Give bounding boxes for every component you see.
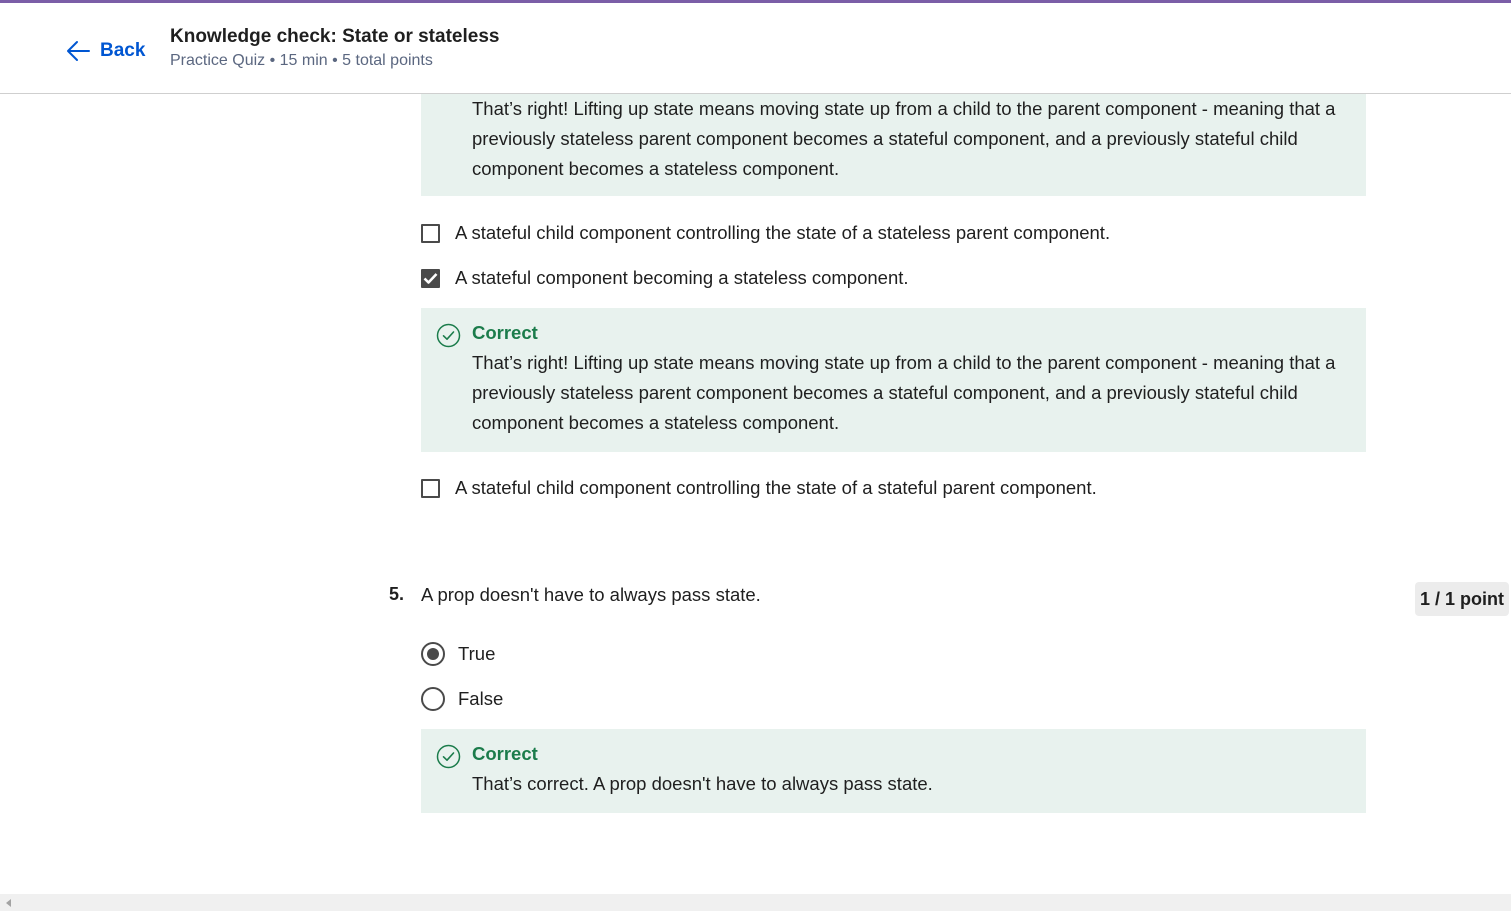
back-label: Back — [100, 40, 146, 61]
feedback-heading: Correct — [472, 322, 538, 343]
checkbox[interactable] — [421, 478, 440, 498]
question-text: A prop doesn't have to always pass state… — [421, 584, 761, 605]
feedback-text: That’s right! Lifting up state means mov… — [472, 352, 1336, 433]
check-circle-icon — [436, 744, 461, 769]
checkbox-checked[interactable] — [421, 268, 440, 288]
answer-option[interactable]: A stateful child component controlling t… — [421, 475, 1097, 501]
option-label: A stateful child component controlling t… — [455, 222, 1111, 243]
check-circle-icon — [436, 323, 461, 348]
page-title: Knowledge check: State or stateless — [170, 26, 500, 47]
scroll-left-arrow-icon[interactable] — [6, 899, 11, 907]
feedback-panel: Correct That’s correct. A prop doesn't h… — [421, 729, 1366, 813]
feedback-panel: Correct That’s right! Lifting up state m… — [421, 308, 1366, 452]
points-badge: 1 / 1 point — [1415, 582, 1509, 616]
answer-option[interactable]: A stateful child component controlling t… — [421, 220, 1110, 246]
quiz-header: Back Knowledge check: State or stateless… — [0, 3, 1511, 94]
question-number: 5. — [389, 584, 405, 604]
radio-button[interactable] — [421, 687, 445, 711]
checkbox[interactable] — [421, 223, 440, 243]
feedback-text: That’s right! Lifting up state means mov… — [472, 98, 1336, 179]
checkmark-icon — [423, 272, 438, 284]
page-subtitle: Practice Quiz • 15 min • 5 total points — [170, 52, 433, 69]
option-label: True — [458, 643, 496, 664]
feedback-text: That’s correct. A prop doesn't have to a… — [472, 773, 933, 794]
quiz-content: That’s right! Lifting up state means mov… — [0, 94, 1511, 894]
radio-option[interactable]: True — [421, 641, 495, 667]
back-button[interactable]: Back — [66, 36, 145, 66]
radio-button-selected[interactable] — [421, 642, 445, 666]
horizontal-scrollbar[interactable] — [0, 894, 1511, 911]
option-label: A stateful component becoming a stateles… — [455, 267, 909, 288]
feedback-heading: Correct — [472, 743, 538, 764]
feedback-panel-partial: That’s right! Lifting up state means mov… — [421, 94, 1366, 196]
option-label: False — [458, 688, 504, 709]
arrow-left-icon — [67, 41, 90, 61]
answer-option[interactable]: A stateful component becoming a stateles… — [421, 265, 909, 291]
title-block: Knowledge check: State or stateless Prac… — [170, 25, 499, 72]
option-label: A stateful child component controlling t… — [455, 477, 1097, 498]
radio-option[interactable]: False — [421, 686, 503, 712]
